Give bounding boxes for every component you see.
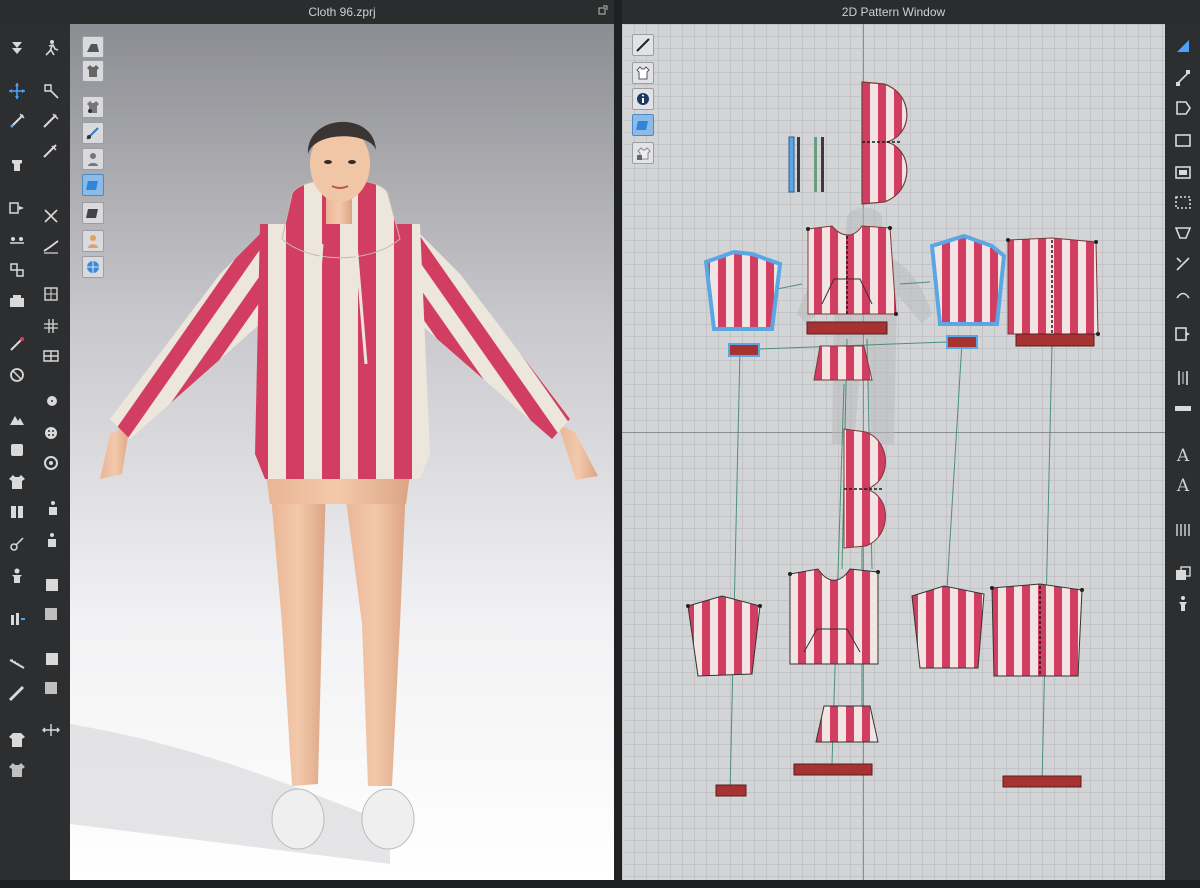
transform-pattern-icon[interactable] bbox=[38, 79, 64, 103]
avatar-measure-icon[interactable] bbox=[1171, 592, 1195, 616]
button-style-icon[interactable] bbox=[38, 421, 64, 445]
internal-polygon-icon[interactable] bbox=[1171, 160, 1195, 184]
overlap-icon[interactable] bbox=[1171, 562, 1195, 586]
avatar-hanger-icon[interactable] bbox=[38, 496, 64, 520]
edit-curve-icon[interactable] bbox=[38, 109, 64, 133]
polygon-icon[interactable] bbox=[1171, 96, 1195, 120]
fold-tool-icon[interactable] bbox=[4, 258, 30, 282]
select-mesh-icon[interactable] bbox=[4, 109, 30, 133]
select-move-icon[interactable] bbox=[4, 79, 30, 103]
internal-rectangle-icon[interactable] bbox=[1171, 190, 1195, 214]
ruler-icon[interactable] bbox=[4, 682, 30, 706]
app-window: Cloth 96.zprj 2D Pattern Window A A bbox=[0, 0, 1200, 888]
3d-viewport-title: Cloth 96.zprj bbox=[308, 5, 376, 19]
tack-icon[interactable] bbox=[4, 154, 30, 178]
simulation-icon[interactable] bbox=[4, 36, 30, 60]
segment-sewing-2d-icon[interactable] bbox=[1171, 252, 1195, 276]
pattern-window-title: 2D Pattern Window bbox=[841, 5, 946, 19]
3d-canvas[interactable] bbox=[70, 24, 614, 880]
panel-divider[interactable] bbox=[614, 0, 622, 888]
graphic-icon[interactable] bbox=[4, 408, 30, 432]
ruler-2d-icon[interactable] bbox=[1171, 396, 1195, 420]
fabric-block-icon[interactable] bbox=[4, 290, 30, 314]
avatar-select-icon[interactable] bbox=[38, 528, 64, 552]
transform-pattern-2d-icon[interactable] bbox=[1171, 34, 1195, 58]
3d-viewport: Cloth 96.zprj bbox=[70, 0, 614, 880]
fitting-suit-icon[interactable] bbox=[4, 728, 30, 752]
garment-fit-icon[interactable] bbox=[4, 470, 30, 494]
check-sewing-icon[interactable] bbox=[38, 234, 64, 258]
status-strip bbox=[0, 880, 1200, 888]
dart-icon[interactable] bbox=[1171, 220, 1195, 244]
2d-pattern-window: 2D Pattern Window bbox=[622, 0, 1165, 880]
zipper-icon[interactable] bbox=[4, 363, 30, 387]
avatar-pose-icon[interactable] bbox=[4, 564, 30, 588]
tape-icon[interactable] bbox=[1171, 366, 1195, 390]
fabric-swatch-icon[interactable] bbox=[38, 344, 64, 368]
pattern-canvas[interactable] bbox=[622, 24, 1165, 880]
strengthen-icon[interactable] bbox=[38, 676, 64, 700]
buttonhole-icon[interactable] bbox=[38, 451, 64, 475]
fold-arrangement-icon[interactable] bbox=[1171, 322, 1195, 346]
symmetry-icon[interactable] bbox=[4, 500, 30, 524]
tape-measure-icon[interactable] bbox=[4, 651, 30, 675]
rectangle-icon[interactable] bbox=[1171, 128, 1195, 152]
pattern-window-titlebar: 2D Pattern Window bbox=[622, 0, 1165, 24]
pen-icon[interactable] bbox=[4, 332, 30, 356]
undock-icon[interactable] bbox=[598, 5, 608, 15]
animation-icon[interactable] bbox=[38, 36, 64, 60]
knit-icon[interactable] bbox=[38, 282, 64, 306]
measure-icon[interactable] bbox=[4, 607, 30, 631]
grid-columns-icon[interactable] bbox=[1171, 518, 1195, 542]
pattern-grid-icon[interactable] bbox=[38, 314, 64, 338]
text-tool-icon[interactable]: A bbox=[1171, 444, 1195, 468]
pattern-pieces[interactable] bbox=[622, 24, 1165, 880]
arrangement-point-icon[interactable] bbox=[4, 227, 30, 251]
edit-point-icon[interactable] bbox=[1171, 66, 1195, 90]
free-sewing-2d-icon[interactable] bbox=[1171, 282, 1195, 306]
transparent-pattern-icon[interactable] bbox=[38, 572, 64, 596]
trim-icon[interactable] bbox=[4, 438, 30, 462]
right-toolbar: A A bbox=[1165, 24, 1200, 888]
layer-pattern-icon[interactable] bbox=[38, 646, 64, 670]
button-tool-icon[interactable] bbox=[4, 532, 30, 556]
free-sewing-icon[interactable] bbox=[38, 204, 64, 228]
segment-sewing-icon[interactable] bbox=[38, 139, 64, 163]
distance-icon[interactable] bbox=[38, 718, 64, 742]
3d-viewport-titlebar: Cloth 96.zprj bbox=[70, 0, 614, 24]
shirt-icon[interactable] bbox=[4, 758, 30, 782]
solid-pattern-icon[interactable] bbox=[38, 602, 64, 626]
add-button-icon[interactable] bbox=[38, 388, 64, 412]
fold-arrange-icon[interactable] bbox=[4, 196, 30, 220]
left-toolbar bbox=[0, 24, 70, 888]
avatar-3d-model[interactable] bbox=[70, 24, 614, 880]
text-style-icon[interactable]: A bbox=[1171, 474, 1195, 498]
